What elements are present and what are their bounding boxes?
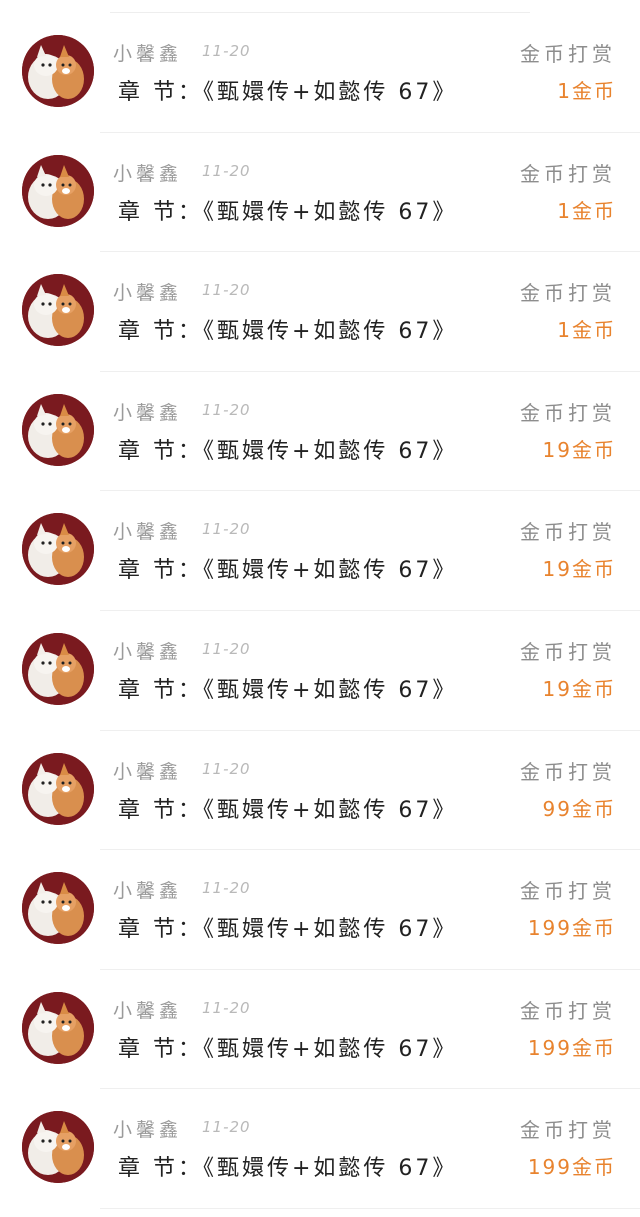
- tip-amount: 19金币: [542, 437, 616, 462]
- tip-amount: 1金币: [557, 318, 616, 343]
- tip-date: 11-20: [202, 759, 251, 778]
- tip-record-row[interactable]: 小馨鑫 11-20 章 节：《甄嬛传+如懿传 67》 金币打赏 99金币: [0, 731, 640, 851]
- username: 小馨鑫: [113, 880, 183, 903]
- avatar[interactable]: [22, 752, 94, 825]
- tip-type-label: 金币打赏: [520, 998, 616, 1023]
- avatar[interactable]: [22, 872, 94, 945]
- tip-type-label: 金币打赏: [520, 639, 616, 664]
- tip-amount: 19金币: [542, 557, 616, 582]
- tip-type-label: 金币打赏: [520, 759, 616, 784]
- avatar[interactable]: [22, 632, 94, 705]
- tip-amount: 19金币: [542, 676, 616, 701]
- tip-record-row[interactable]: 小馨鑫 11-20 章 节：《甄嬛传+如懿传 67》 金币打赏 1金币: [0, 252, 640, 372]
- tip-type-label: 金币打赏: [520, 161, 616, 186]
- tip-type-label: 金币打赏: [520, 400, 616, 425]
- tip-type-label: 金币打赏: [520, 879, 616, 904]
- tip-date: 11-20: [202, 400, 251, 419]
- tip-record-row[interactable]: 小馨鑫 11-20 章 节：《甄嬛传+如懿传 67》 金币打赏 19金币: [0, 372, 640, 492]
- chapter-title: 章 节：《甄嬛传+如懿传 67》: [118, 319, 458, 345]
- avatar[interactable]: [22, 154, 94, 227]
- chapter-title: 章 节：《甄嬛传+如懿传 67》: [118, 917, 458, 943]
- tip-record-row[interactable]: 小馨鑫 11-20 章 节：《甄嬛传+如懿传 67》 金币打赏 1金币: [0, 133, 640, 253]
- username: 小馨鑫: [113, 162, 183, 185]
- chapter-title: 章 节：《甄嬛传+如懿传 67》: [118, 80, 458, 105]
- tip-date: 11-20: [202, 520, 251, 539]
- chapter-title: 章 节：《甄嬛传+如懿传 67》: [118, 677, 458, 703]
- chapter-title: 章 节：《甄嬛传+如懿传 67》: [118, 1036, 458, 1062]
- username: 小馨鑫: [113, 401, 183, 424]
- tip-amount: 1金币: [557, 198, 616, 223]
- tip-record-row[interactable]: 小馨鑫 11-20 章 节：《甄嬛传+如懿传 67》 金币打赏 199金币: [0, 1089, 640, 1209]
- tip-amount: 99金币: [542, 796, 616, 821]
- tip-amount: 1金币: [557, 79, 616, 103]
- tip-date: 11-20: [202, 281, 251, 300]
- tip-type-label: 金币打赏: [520, 520, 616, 545]
- tip-record-row[interactable]: 小馨鑫 11-20 章 节：《甄嬛传+如懿传 67》 金币打赏 19金币: [0, 491, 640, 611]
- username: 小馨鑫: [113, 640, 183, 663]
- tip-record-row[interactable]: 小馨鑫 11-20 章 节：《甄嬛传+如懿传 67》 金币打赏 199金币: [0, 850, 640, 970]
- username: 小馨鑫: [113, 999, 183, 1022]
- chapter-title: 章 节：《甄嬛传+如懿传 67》: [118, 438, 458, 464]
- tip-type-label: 金币打赏: [520, 42, 616, 66]
- username: 小馨鑫: [113, 760, 183, 783]
- tip-date: 11-20: [202, 161, 251, 180]
- avatar[interactable]: [22, 393, 94, 466]
- tip-type-label: 金币打赏: [520, 1118, 616, 1143]
- tip-type-label: 金币打赏: [520, 281, 616, 306]
- tip-amount: 199金币: [527, 1155, 616, 1180]
- username: 小馨鑫: [113, 521, 183, 544]
- username: 小馨鑫: [113, 1119, 183, 1142]
- username: 小馨鑫: [113, 43, 183, 65]
- tip-date: 11-20: [202, 998, 251, 1017]
- avatar[interactable]: [22, 1111, 94, 1184]
- chapter-title: 章 节：《甄嬛传+如懿传 67》: [118, 1156, 458, 1182]
- username: 小馨鑫: [113, 282, 183, 305]
- avatar[interactable]: [22, 35, 94, 107]
- chapter-title: 章 节：《甄嬛传+如懿传 67》: [118, 797, 458, 823]
- tip-record-row[interactable]: 小馨鑫 11-20 章 节：《甄嬛传+如懿传 67》 金币打赏 199金币: [0, 970, 640, 1090]
- avatar[interactable]: [22, 991, 94, 1064]
- tip-record-list: 小馨鑫 11-20 章 节：《甄嬛传+如懿传 67》 金币打赏 1金币 小馨鑫: [0, 13, 640, 1209]
- chapter-title: 章 节：《甄嬛传+如懿传 67》: [118, 558, 458, 584]
- tip-record-row[interactable]: 小馨鑫 11-20 章 节：《甄嬛传+如懿传 67》 金币打赏 19金币: [0, 611, 640, 731]
- avatar[interactable]: [22, 513, 94, 586]
- tip-date: 11-20: [202, 42, 251, 60]
- tip-date: 11-20: [202, 879, 251, 898]
- tip-date: 11-20: [202, 1118, 251, 1137]
- tip-amount: 199金币: [527, 1035, 616, 1060]
- tip-record-row[interactable]: 小馨鑫 11-20 章 节：《甄嬛传+如懿传 67》 金币打赏 1金币: [0, 13, 640, 133]
- chapter-title: 章 节：《甄嬛传+如懿传 67》: [118, 199, 458, 225]
- avatar[interactable]: [22, 274, 94, 347]
- tip-amount: 199金币: [527, 916, 616, 941]
- tip-date: 11-20: [202, 639, 251, 658]
